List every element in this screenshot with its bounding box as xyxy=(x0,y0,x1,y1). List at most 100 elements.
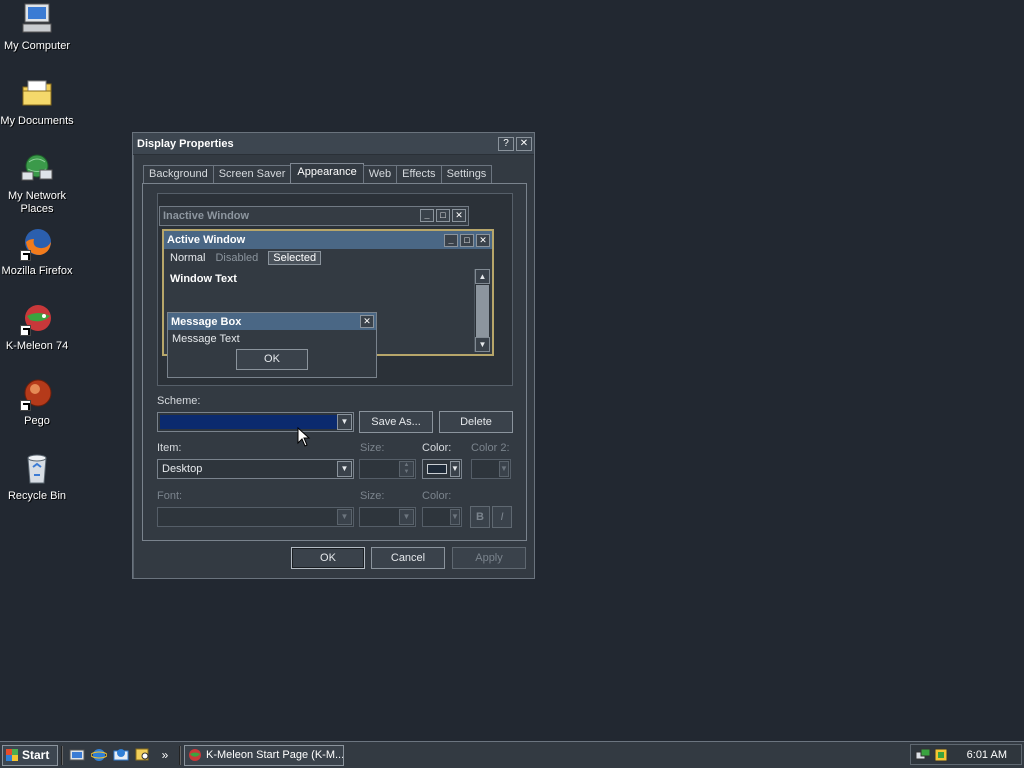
windows-logo-icon xyxy=(6,749,18,761)
item-label: Item: xyxy=(157,442,182,454)
item-size-label: Size: xyxy=(360,442,385,454)
close-icon: ✕ xyxy=(452,209,466,222)
system-tray: 6:01 AM xyxy=(910,744,1022,765)
bold-button: B xyxy=(470,506,490,528)
desktop-icon-label: My Network Places xyxy=(7,190,67,215)
internet-explorer-icon[interactable] xyxy=(90,746,108,764)
minimize-icon: _ xyxy=(420,209,434,222)
delete-button[interactable]: Delete xyxy=(439,411,513,433)
item-color2-picker: ▼ xyxy=(471,459,511,479)
inactive-window-title: Inactive Window xyxy=(163,209,250,222)
preview-inactive-window: Inactive Window _ □ ✕ xyxy=(159,206,469,226)
desktop-icon-my-documents[interactable]: My Documents xyxy=(0,77,74,128)
computer-icon xyxy=(20,2,54,36)
dialog-titlebar[interactable]: Display Properties ? ✕ xyxy=(133,133,534,155)
scheme-select[interactable]: ▼ xyxy=(157,412,354,432)
desktop-icon-mozilla-firefox[interactable]: Mozilla Firefox xyxy=(0,227,74,278)
desktop-icon-label: Recycle Bin xyxy=(7,490,67,502)
shortcut-arrow-icon xyxy=(20,325,31,336)
desktop-icon-my-computer[interactable]: My Computer xyxy=(0,2,74,53)
scroll-up-icon: ▲ xyxy=(475,269,490,284)
desktop-icon-label: Mozilla Firefox xyxy=(1,265,73,277)
tab-screen-saver[interactable]: Screen Saver xyxy=(212,165,292,184)
desktop-icon-label: My Documents xyxy=(0,115,74,127)
italic-button: I xyxy=(492,506,512,528)
tab-appearance[interactable]: Appearance xyxy=(290,163,364,184)
font-select: ▼ xyxy=(157,507,354,527)
shortcut-arrow-icon xyxy=(20,250,31,261)
font-size-label: Size: xyxy=(360,490,385,502)
security-tray-icon[interactable] xyxy=(933,747,949,763)
search-icon[interactable] xyxy=(134,746,152,764)
firefox-icon xyxy=(20,227,54,261)
start-label: Start xyxy=(22,748,50,762)
desktop-icon-pego[interactable]: Pego xyxy=(0,377,74,428)
font-size-select: ▼ xyxy=(359,507,416,527)
close-button[interactable]: ✕ xyxy=(516,136,532,151)
shortcut-arrow-icon xyxy=(20,400,31,411)
scroll-thumb xyxy=(476,285,489,337)
appearance-panel: Inactive Window _ □ ✕ Active Window _ □ … xyxy=(142,183,527,541)
active-window-title: Active Window xyxy=(167,234,246,246)
menu-normal: Normal xyxy=(170,252,206,264)
cancel-button[interactable]: Cancel xyxy=(371,547,445,569)
taskbar-separator xyxy=(179,745,181,765)
show-desktop-icon[interactable] xyxy=(68,746,86,764)
color-swatch xyxy=(427,464,447,474)
desktop-icon-my-network-places[interactable]: My Network Places xyxy=(0,152,74,216)
minimize-icon: _ xyxy=(444,233,458,247)
message-box-title: Message Box xyxy=(171,315,242,328)
menu-disabled: Disabled xyxy=(215,252,259,264)
chevron-down-icon: ▼ xyxy=(337,509,352,525)
preview-message-box: Message Box ✕ Message Text OK xyxy=(167,312,377,378)
start-button[interactable]: Start xyxy=(2,744,58,766)
chevron-down-icon[interactable]: ▼ xyxy=(337,461,352,477)
chevron-down-icon: ▼ xyxy=(450,509,460,525)
network-tray-icon[interactable] xyxy=(915,747,931,763)
network-icon xyxy=(20,152,54,186)
font-color-picker: ▼ xyxy=(422,507,462,527)
dialog-title: Display Properties xyxy=(137,137,234,150)
item-color2-label: Color 2: xyxy=(471,442,510,454)
item-select[interactable]: Desktop ▼ xyxy=(157,459,354,479)
desktop-icon-recycle-bin[interactable]: Recycle Bin xyxy=(0,452,74,503)
maximize-icon: □ xyxy=(436,209,450,222)
kmeleon-icon xyxy=(188,748,202,762)
chevron-down-icon[interactable]: ▼ xyxy=(337,414,352,430)
desktop-icon-label: My Computer xyxy=(3,40,71,52)
display-properties-dialog: Display Properties ? ✕ Background Screen… xyxy=(132,132,535,579)
menu-selected: Selected xyxy=(268,251,322,265)
tab-strip: Background Screen Saver Appearance Web E… xyxy=(143,163,493,184)
tab-effects[interactable]: Effects xyxy=(396,165,442,184)
desktop-icon-label: Pego xyxy=(24,415,50,427)
ok-button[interactable]: OK xyxy=(291,547,365,569)
clock[interactable]: 6:01 AM xyxy=(967,749,1007,761)
item-size-spinner: ▲ ▼ xyxy=(359,459,416,479)
folder-icon xyxy=(20,77,54,111)
tab-settings[interactable]: Settings xyxy=(440,165,493,184)
maximize-icon: □ xyxy=(460,233,474,247)
recycle-bin-icon xyxy=(20,452,54,486)
item-selected-value: Desktop xyxy=(162,463,203,475)
chevron-down-icon[interactable]: ▼ xyxy=(450,461,460,477)
help-button[interactable]: ? xyxy=(498,136,514,151)
scheme-label: Scheme: xyxy=(157,395,201,407)
item-color-picker[interactable]: ▼ xyxy=(422,459,462,479)
scheme-selected-value xyxy=(160,415,351,429)
taskbar: Start » K-Meleon Start Page (K-M... 6:01… xyxy=(0,741,1024,768)
window-text: Window Text xyxy=(170,273,237,285)
chevron-down-icon: ▼ xyxy=(499,461,509,477)
taskbar-item-k-meleon[interactable]: K-Meleon Start Page (K-M... xyxy=(184,744,344,766)
quick-launch-chevron[interactable]: » xyxy=(156,746,174,764)
save-as-button[interactable]: Save As... xyxy=(359,411,433,433)
font-label: Font: xyxy=(157,490,183,502)
outlook-express-icon[interactable] xyxy=(112,746,130,764)
tab-background[interactable]: Background xyxy=(143,165,214,184)
tab-web[interactable]: Web xyxy=(362,165,398,184)
desktop-icon-k-meleon[interactable]: K-Meleon 74 xyxy=(0,302,74,353)
preview-scrollbar: ▲ ▼ xyxy=(474,269,490,352)
appearance-preview[interactable]: Inactive Window _ □ ✕ Active Window _ □ … xyxy=(157,193,513,386)
taskbar-separator xyxy=(61,745,63,765)
close-icon: ✕ xyxy=(360,315,374,328)
apply-button: Apply xyxy=(452,547,526,569)
